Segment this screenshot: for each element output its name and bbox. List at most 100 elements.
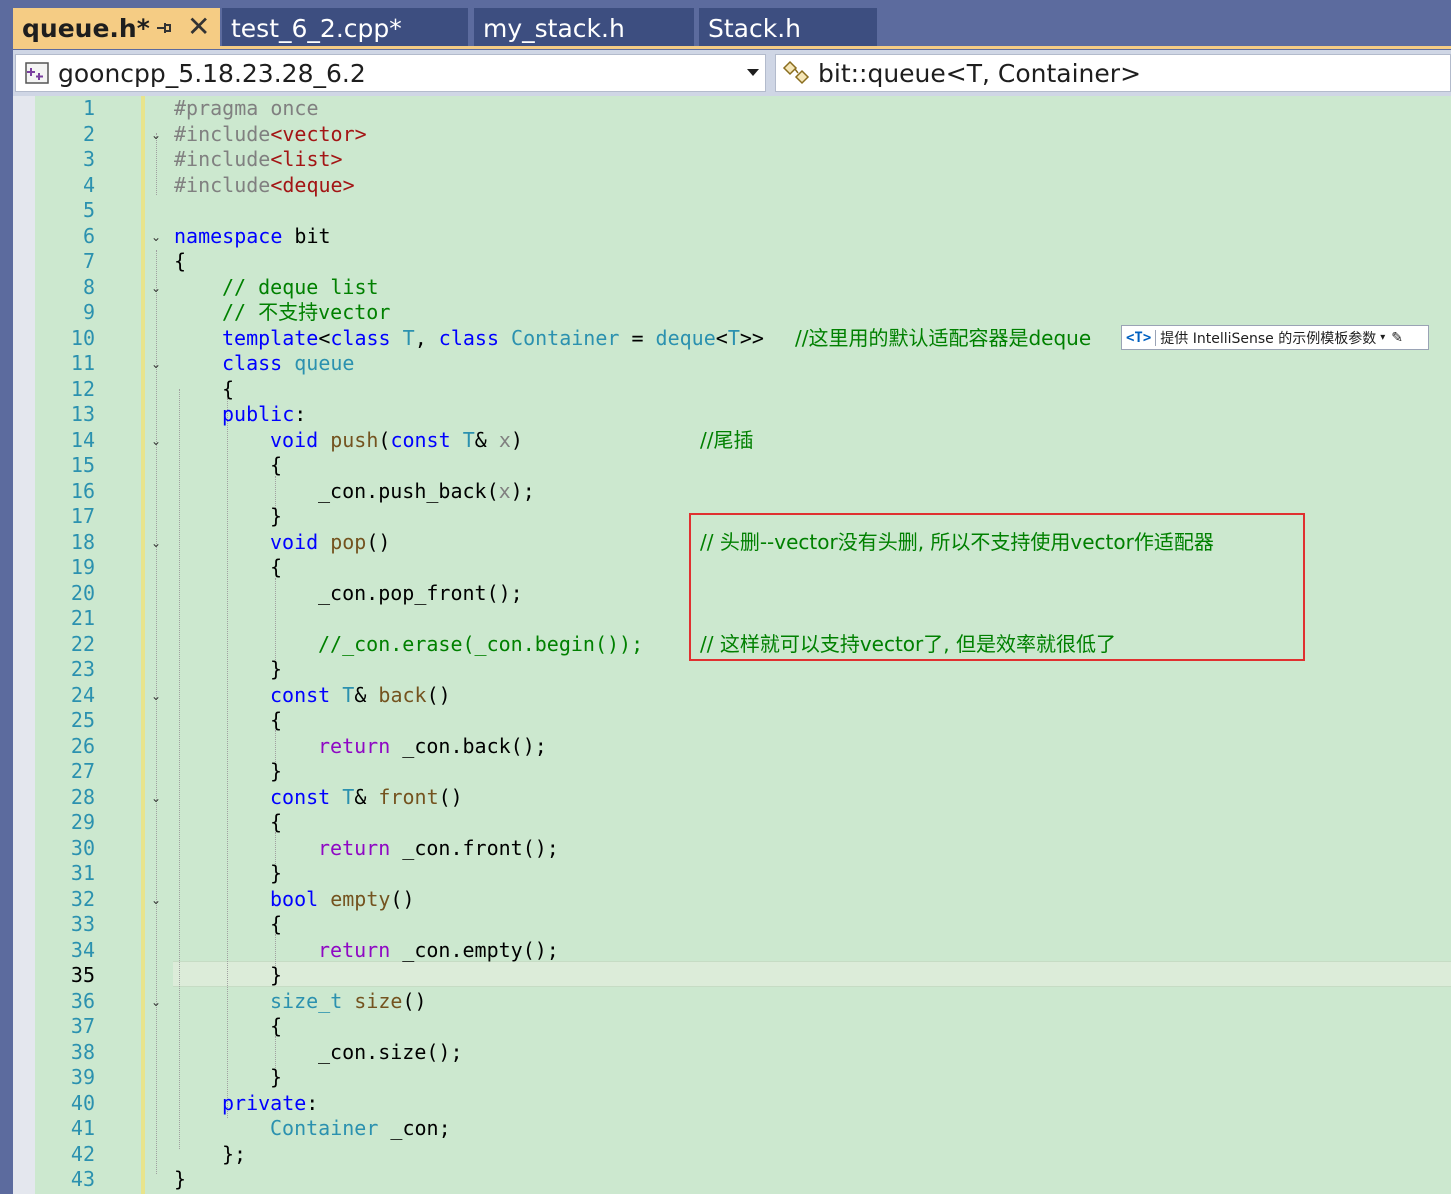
code-line[interactable]: 11 ⌄ class queue xyxy=(35,351,1451,377)
code-token: queue xyxy=(282,351,355,375)
code-token: () xyxy=(402,988,427,1013)
code-line[interactable]: 39 } xyxy=(35,1065,1451,1091)
code-token: T xyxy=(330,784,355,809)
code-text: { xyxy=(270,912,283,936)
code-token: _con.front(); xyxy=(390,835,559,860)
code-line[interactable]: 12 { xyxy=(35,377,1451,403)
code-text: Container _con; xyxy=(270,1116,451,1142)
line-number: 38 xyxy=(70,1039,95,1064)
code-line[interactable]: 9 // 不支持vector xyxy=(35,300,1451,326)
tab-my-stack-h[interactable]: my_stack.h xyxy=(474,8,694,48)
code-line[interactable]: 2 ⌄ #include<vector> xyxy=(35,122,1451,148)
chevron-down-icon[interactable]: ▾ xyxy=(1380,332,1385,343)
fold-toggle-icon[interactable]: ⌄ xyxy=(149,128,163,142)
code-line[interactable]: 30 return _con.front(); xyxy=(35,836,1451,862)
code-token: Container xyxy=(499,325,620,350)
code-text: } xyxy=(270,861,283,885)
code-line[interactable]: 5 xyxy=(35,198,1451,224)
code-line[interactable]: 34 return _con.empty(); xyxy=(35,938,1451,964)
code-line[interactable]: 15 { xyxy=(35,453,1451,479)
scope-dropdown[interactable]: bit::queue<T, Container> xyxy=(775,54,1451,92)
line-number: 42 xyxy=(70,1141,95,1166)
code-line[interactable]: 24 ⌄ const T& back() xyxy=(35,683,1451,709)
code-line[interactable]: 31 } xyxy=(35,861,1451,887)
code-line-current[interactable]: 35 } xyxy=(35,963,1451,989)
tab-queue-h[interactable]: queue.h* ✕ xyxy=(13,8,220,48)
code-token: size xyxy=(342,988,403,1013)
code-line[interactable]: 14 ⌄ void push(const T& x) //尾插 xyxy=(35,428,1451,454)
code-text: } xyxy=(270,759,283,783)
code-line[interactable]: 42 }; xyxy=(35,1142,1451,1168)
fold-toggle-icon[interactable]: ⌄ xyxy=(149,893,163,907)
code-token: void xyxy=(270,529,319,554)
code-line[interactable]: 37 { xyxy=(35,1014,1451,1040)
code-line[interactable]: 4 #include<deque> xyxy=(35,173,1451,199)
code-token: pop xyxy=(318,529,367,554)
code-line[interactable]: 16 _con.push_back(x); xyxy=(35,479,1451,505)
fold-toggle-icon[interactable]: ⌄ xyxy=(149,357,163,371)
close-icon[interactable]: ✕ xyxy=(187,13,210,41)
fold-toggle-icon[interactable]: ⌄ xyxy=(149,230,163,244)
project-dropdown[interactable]: gooncpp_5.18.23.28_6.2 xyxy=(15,54,766,92)
code-token: empty xyxy=(318,886,391,911)
selection-margin xyxy=(13,96,35,1194)
code-token: < xyxy=(318,325,331,350)
code-line[interactable]: 43 } xyxy=(35,1167,1451,1193)
code-line[interactable]: 6 ⌄ namespace bit xyxy=(35,224,1451,250)
code-text: return _con.back(); xyxy=(318,734,547,760)
line-number: 2 xyxy=(82,121,95,146)
line-number: 5 xyxy=(82,198,95,222)
fold-toggle-icon[interactable]: ⌄ xyxy=(149,995,163,1009)
fold-toggle-icon[interactable]: ⌄ xyxy=(149,434,163,448)
code-line[interactable]: 41 Container _con; xyxy=(35,1116,1451,1142)
fold-toggle-icon[interactable]: ⌄ xyxy=(149,536,163,550)
code-line[interactable]: 32 ⌄ bool empty() xyxy=(35,887,1451,913)
line-number: 15 xyxy=(70,453,95,477)
code-editor[interactable]: 1 #pragma once 2 ⌄ #include<vector> 3 #i… xyxy=(13,96,1451,1194)
code-token: #include xyxy=(174,147,271,171)
tab-stack-h[interactable]: Stack.h xyxy=(699,8,877,48)
line-number: 3 xyxy=(82,147,95,171)
code-text: _con.size(); xyxy=(318,1039,463,1064)
code-text: } xyxy=(174,1167,187,1191)
code-line[interactable]: 8 ⌄ // deque list xyxy=(35,275,1451,301)
code-text: return _con.front(); xyxy=(318,836,559,862)
code-line[interactable]: 33 { xyxy=(35,912,1451,938)
code-token: , xyxy=(414,325,439,350)
code-line[interactable]: 25 { xyxy=(35,708,1451,734)
code-line[interactable]: 3 #include<list> xyxy=(35,147,1451,173)
line-number: 31 xyxy=(70,861,95,885)
code-line[interactable]: 7 { xyxy=(35,249,1451,275)
fold-toggle-icon[interactable]: ⌄ xyxy=(149,689,163,703)
code-line[interactable]: 26 return _con.back(); xyxy=(35,734,1451,760)
line-number: 40 xyxy=(70,1090,95,1115)
code-line[interactable]: 27 } xyxy=(35,759,1451,785)
code-line[interactable]: 29 { xyxy=(35,810,1451,836)
line-number: 36 xyxy=(70,988,95,1013)
code-token: _con.push_back( xyxy=(318,478,499,503)
fold-toggle-icon[interactable]: ⌄ xyxy=(149,791,163,805)
pin-icon[interactable] xyxy=(153,17,175,39)
code-token: class xyxy=(438,325,499,350)
code-line[interactable]: 36 ⌄ size_t size() xyxy=(35,989,1451,1015)
chevron-down-icon[interactable] xyxy=(747,69,759,76)
line-number: 8 xyxy=(82,274,95,299)
line-number: 26 xyxy=(70,733,95,758)
line-number: 28 xyxy=(70,784,95,809)
code-line[interactable]: 40 private: xyxy=(35,1091,1451,1117)
code-text: bool empty() xyxy=(270,887,415,913)
tab-test-6-2-cpp[interactable]: test_6_2.cpp* xyxy=(222,8,468,48)
pencil-icon[interactable]: ✎ xyxy=(1391,330,1403,346)
line-number: 18 xyxy=(70,529,95,554)
code-line[interactable]: 1 #pragma once xyxy=(35,96,1451,122)
fold-toggle-icon[interactable]: ⌄ xyxy=(149,281,163,295)
code-line[interactable]: 38 _con.size(); xyxy=(35,1040,1451,1066)
code-text: // 不支持vector xyxy=(222,300,391,324)
line-number: 6 xyxy=(82,223,95,248)
code-text: size_t size() xyxy=(270,989,427,1015)
code-token: : xyxy=(306,1090,319,1115)
code-line[interactable]: 13 public: xyxy=(35,402,1451,428)
code-line[interactable]: 28 ⌄ const T& front() xyxy=(35,785,1451,811)
code-text: const T& back() xyxy=(270,683,451,709)
intellisense-template-hint[interactable]: <T> 提供 IntelliSense 的示例模板参数 ▾ ✎ xyxy=(1121,325,1429,350)
